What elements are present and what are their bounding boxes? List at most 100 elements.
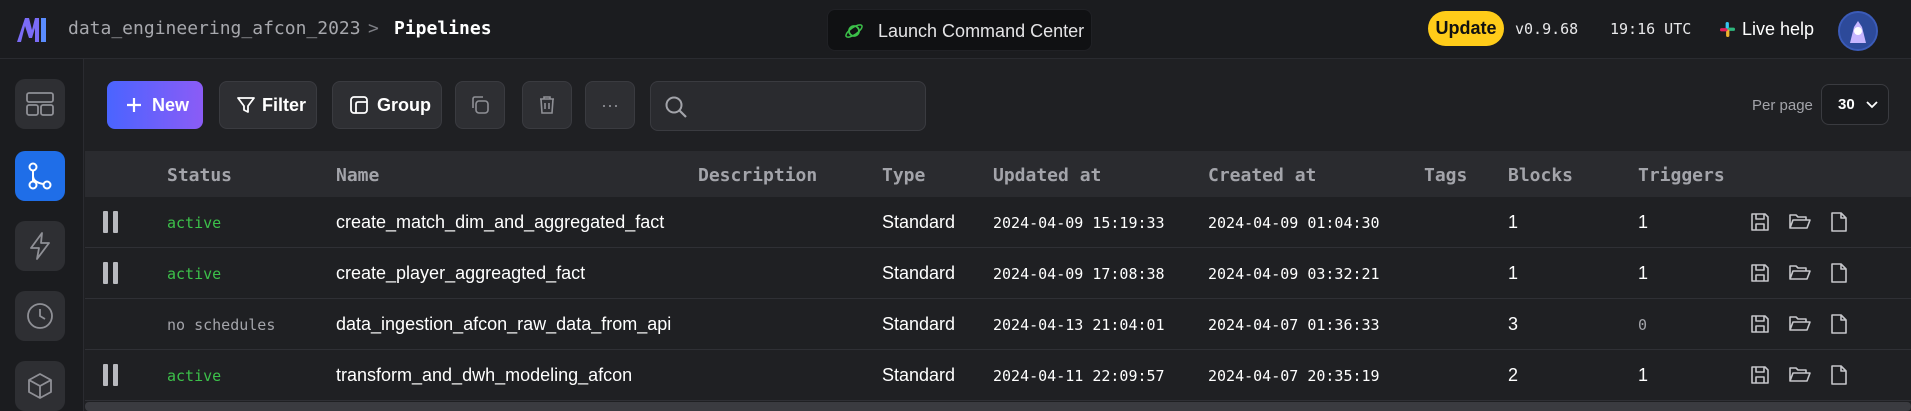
pause-icon[interactable] bbox=[103, 211, 119, 233]
row-name[interactable]: transform_and_dwh_modeling_afcon bbox=[336, 365, 632, 386]
row-type: Standard bbox=[882, 263, 956, 283]
row-updated-at: 2024-04-09 15:19:33 bbox=[993, 214, 1165, 232]
avatar-image-icon bbox=[1840, 13, 1876, 49]
breadcrumb-project[interactable]: data_engineering_afcon_2023 bbox=[68, 18, 361, 39]
update-button[interactable]: Update bbox=[1428, 11, 1504, 46]
row-status: active bbox=[167, 265, 222, 283]
main-content: New Filter Group ··· Per page 30 Status … bbox=[85, 59, 1911, 411]
column-header-description[interactable]: Description bbox=[698, 165, 817, 186]
sidebar-item-runs[interactable] bbox=[15, 291, 65, 341]
column-header-triggers[interactable]: Triggers bbox=[1638, 165, 1725, 186]
pipeline-tree-icon bbox=[28, 162, 52, 190]
row-status: active bbox=[167, 367, 222, 385]
save-icon[interactable] bbox=[1749, 262, 1771, 284]
row-blocks: 1 bbox=[1508, 263, 1519, 283]
save-icon[interactable] bbox=[1749, 211, 1771, 233]
copy-icon bbox=[472, 96, 489, 114]
horizontal-scrollbar[interactable] bbox=[85, 402, 1911, 411]
pause-icon[interactable] bbox=[103, 262, 119, 284]
new-label: New bbox=[152, 94, 190, 115]
group-icon bbox=[350, 96, 368, 114]
breadcrumb-separator: > bbox=[368, 18, 379, 39]
filter-label: Filter bbox=[262, 94, 307, 115]
column-header-type[interactable]: Type bbox=[882, 165, 925, 186]
live-help-link[interactable]: Live help bbox=[1720, 17, 1814, 41]
column-header-updated-at[interactable]: Updated at bbox=[993, 165, 1101, 186]
row-blocks: 1 bbox=[1508, 212, 1519, 232]
chevron-down-icon bbox=[1866, 101, 1878, 109]
filter-button[interactable]: Filter bbox=[219, 81, 317, 129]
sidebar-item-triggers[interactable] bbox=[15, 221, 65, 271]
folder-open-icon[interactable] bbox=[1788, 262, 1812, 284]
column-header-created-at[interactable]: Created at bbox=[1208, 165, 1316, 186]
page-title: Pipelines bbox=[394, 18, 492, 39]
per-page-value: 30 bbox=[1838, 96, 1855, 113]
column-header-tags[interactable]: Tags bbox=[1424, 165, 1467, 186]
table-row[interactable]: active transform_and_dwh_modeling_afcon … bbox=[85, 350, 1911, 401]
row-created-at: 2024-04-07 01:36:33 bbox=[1208, 316, 1380, 334]
dashboard-layout-icon bbox=[26, 92, 54, 116]
filter-icon bbox=[237, 97, 255, 113]
live-help-label: Live help bbox=[1742, 18, 1815, 39]
row-name[interactable]: create_match_dim_and_aggregated_fact bbox=[336, 212, 664, 233]
clock-icon bbox=[27, 303, 53, 329]
row-updated-at: 2024-04-11 22:09:57 bbox=[993, 367, 1165, 385]
row-status: active bbox=[167, 214, 222, 232]
column-header-blocks[interactable]: Blocks bbox=[1508, 165, 1573, 186]
table-row[interactable]: active create_player_aggreagted_fact Sta… bbox=[85, 248, 1911, 299]
per-page-select[interactable]: 30 bbox=[1821, 84, 1889, 125]
mage-logo-icon[interactable] bbox=[15, 14, 49, 44]
slack-icon bbox=[1720, 21, 1735, 37]
row-name[interactable]: data_ingestion_afcon_raw_data_from_api bbox=[336, 314, 671, 335]
more-options-button[interactable]: ··· bbox=[585, 81, 635, 129]
save-icon[interactable] bbox=[1749, 364, 1771, 386]
row-triggers: 1 bbox=[1638, 263, 1649, 283]
row-status: no schedules bbox=[167, 316, 276, 334]
group-label: Group bbox=[377, 94, 431, 115]
trash-icon bbox=[540, 96, 554, 114]
row-triggers: 1 bbox=[1638, 365, 1649, 385]
column-header-name[interactable]: Name bbox=[336, 165, 379, 186]
search-icon bbox=[665, 96, 687, 118]
search-input[interactable] bbox=[695, 92, 915, 120]
search-box[interactable] bbox=[650, 81, 926, 131]
version-label: v0.9.68 bbox=[1515, 20, 1579, 38]
cube-icon bbox=[28, 373, 52, 399]
new-pipeline-button[interactable]: New bbox=[107, 81, 203, 129]
table-row[interactable]: active create_match_dim_and_aggregated_f… bbox=[85, 197, 1911, 248]
launch-command-center-button[interactable]: Launch Command Center bbox=[827, 9, 1092, 51]
folder-open-icon[interactable] bbox=[1788, 211, 1812, 233]
group-button[interactable]: Group bbox=[332, 81, 442, 129]
file-icon[interactable] bbox=[1829, 211, 1849, 233]
row-created-at: 2024-04-07 20:35:19 bbox=[1208, 367, 1380, 385]
sidebar-item-dashboard[interactable] bbox=[15, 79, 65, 129]
top-bar: data_engineering_afcon_2023 > Pipelines … bbox=[0, 0, 1911, 59]
folder-open-icon[interactable] bbox=[1788, 364, 1812, 386]
clone-button[interactable] bbox=[455, 81, 505, 129]
save-icon[interactable] bbox=[1749, 313, 1771, 335]
sidebar bbox=[0, 59, 84, 411]
file-icon[interactable] bbox=[1829, 364, 1849, 386]
row-name[interactable]: create_player_aggreagted_fact bbox=[336, 263, 585, 284]
row-updated-at: 2024-04-13 21:04:01 bbox=[993, 316, 1165, 334]
file-icon[interactable] bbox=[1829, 313, 1849, 335]
delete-button[interactable] bbox=[522, 81, 572, 129]
row-created-at: 2024-04-09 03:32:21 bbox=[1208, 265, 1380, 283]
row-created-at: 2024-04-09 01:04:30 bbox=[1208, 214, 1380, 232]
row-type: Standard bbox=[882, 365, 956, 385]
planet-icon bbox=[845, 24, 863, 38]
plus-icon bbox=[127, 98, 141, 112]
lightning-icon bbox=[30, 232, 50, 260]
row-triggers: 0 bbox=[1638, 316, 1648, 334]
folder-open-icon[interactable] bbox=[1788, 313, 1812, 335]
row-type: Standard bbox=[882, 212, 956, 232]
file-icon[interactable] bbox=[1829, 262, 1849, 284]
avatar[interactable] bbox=[1838, 11, 1878, 51]
launch-label: Launch Command Center bbox=[878, 21, 1085, 41]
table-row[interactable]: no schedules data_ingestion_afcon_raw_da… bbox=[85, 299, 1911, 350]
row-updated-at: 2024-04-09 17:08:38 bbox=[993, 265, 1165, 283]
sidebar-item-pipelines[interactable] bbox=[15, 151, 65, 201]
column-header-status[interactable]: Status bbox=[167, 165, 232, 186]
pause-icon[interactable] bbox=[103, 364, 119, 386]
sidebar-item-blocks[interactable] bbox=[15, 361, 65, 411]
